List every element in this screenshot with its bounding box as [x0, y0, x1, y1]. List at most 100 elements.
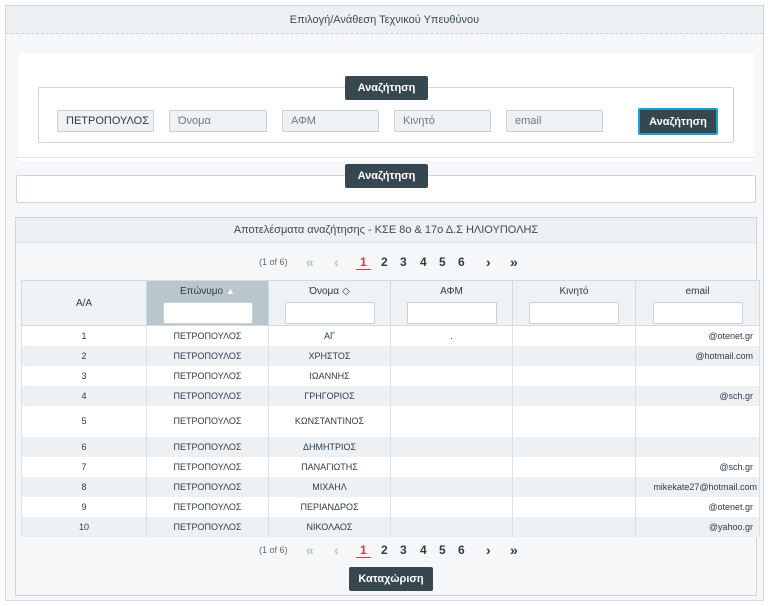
cell-afm [390, 516, 513, 537]
cell-afm: . [390, 325, 513, 346]
table-row[interactable]: 5 ΠΕΤΡΟΠΟΥΛΟΣ ΚΩΝΣΤΑΝΤΙΝΟΣ [21, 405, 760, 437]
table-row[interactable]: 6 ΠΕΤΡΟΠΟΥΛΟΣ ΔΗΜΗΤΡΙΟΣ [21, 436, 760, 457]
col-header-name[interactable]: Όνομα ◇ [268, 280, 391, 326]
search-area: Αναζήτηση Αναζήτηση [18, 53, 754, 161]
first-page-icon[interactable]: « [306, 542, 314, 558]
last-page-icon[interactable]: » [510, 254, 518, 270]
table-row[interactable]: 1 ΠΕΤΡΟΠΟΥΛΟΣ ΑΓ . @otenet.gr [21, 325, 760, 346]
first-page-icon[interactable]: « [306, 254, 314, 270]
afm-filter-input[interactable] [406, 302, 497, 324]
cell-name: ΝΙΚΟΛΑΟΣ [268, 516, 391, 537]
table-row[interactable]: 2 ΠΕΤΡΟΠΟΥΛΟΣ ΧΡΗΣΤΟΣ @hotmail.com [21, 345, 760, 366]
cell-name: ΙΩΑΝΝΗΣ [268, 365, 391, 386]
name-input[interactable] [169, 110, 267, 132]
cell-email: @sch.gr [635, 456, 760, 477]
cell-surname: ΠΕΤΡΟΠΟΥΛΟΣ [146, 496, 269, 517]
page-link-4[interactable]: 4 [420, 255, 427, 269]
cell-afm [390, 365, 513, 386]
cell-mobile [512, 325, 636, 346]
surname-input[interactable] [57, 110, 154, 132]
cell-aa: 5 [21, 405, 147, 437]
cell-surname: ΠΕΤΡΟΠΟΥΛΟΣ [146, 516, 269, 537]
cell-name: ΧΡΗΣΤΟΣ [268, 345, 391, 366]
search-button[interactable]: Αναζήτηση [638, 108, 718, 135]
mobile-filter-input[interactable] [529, 302, 619, 324]
table-row[interactable]: 7 ΠΕΤΡΟΠΟΥΛΟΣ ΠΑΝΑΓΙΩΤΗΣ @sch.gr [21, 456, 760, 477]
col-header-surname-label: Επώνυμο [180, 286, 224, 297]
cell-name: ΚΩΝΣΤΑΝΤΙΝΟΣ [268, 405, 391, 437]
cell-surname: ΠΕΤΡΟΠΟΥΛΟΣ [146, 436, 269, 457]
page-link-2[interactable]: 2 [381, 255, 388, 269]
next-page-icon[interactable]: › [486, 254, 491, 270]
cell-surname: ΠΕΤΡΟΠΟΥΛΟΣ [146, 345, 269, 366]
cell-name: ΓΡΗΓΟΡΙΟΣ [268, 385, 391, 406]
cell-afm [390, 405, 513, 437]
cell-mobile [512, 385, 636, 406]
sort-both-icon: ◇ [342, 286, 350, 297]
next-page-icon[interactable]: › [486, 542, 491, 558]
cell-surname: ΠΕΤΡΟΠΟΥΛΟΣ [146, 476, 269, 497]
results-table: Α/Α Επώνυμο ▲ Όνομα ◇ ΑΦΜ Κινητό email 1… [21, 280, 760, 537]
cell-afm [390, 476, 513, 497]
page-link-3[interactable]: 3 [400, 255, 407, 269]
page-link-6[interactable]: 6 [458, 543, 465, 557]
cell-email [635, 436, 760, 457]
cell-aa: 1 [21, 325, 147, 346]
cell-email: mikekate27@hotmail.com [635, 476, 760, 497]
page-link-2[interactable]: 2 [381, 543, 388, 557]
cell-mobile [512, 516, 636, 537]
page-link-5[interactable]: 5 [439, 543, 446, 557]
cell-aa: 3 [21, 365, 147, 386]
cell-email: @hotmail.com [635, 345, 760, 366]
table-row[interactable]: 8 ΠΕΤΡΟΠΟΥΛΟΣ ΜΙΧΑΗΛ mikekate27@hotmail.… [21, 476, 760, 497]
page-link-6[interactable]: 6 [458, 255, 465, 269]
col-header-afm-label: ΑΦΜ [440, 286, 463, 297]
cell-mobile [512, 496, 636, 517]
page-link-5[interactable]: 5 [439, 255, 446, 269]
cell-afm [390, 385, 513, 406]
results-title: Αποτελέσματα αναζήτησης - ΚΣΕ 8ο & 17ο Δ… [16, 218, 756, 243]
afm-input[interactable] [282, 110, 379, 132]
email-input[interactable] [506, 110, 603, 132]
cell-aa: 2 [21, 345, 147, 366]
page-link-1[interactable]: 1 [356, 255, 371, 270]
table-row[interactable]: 3 ΠΕΤΡΟΠΟΥΛΟΣ ΙΩΑΝΝΗΣ [21, 365, 760, 386]
last-page-icon[interactable]: » [510, 542, 518, 558]
page-link-4[interactable]: 4 [420, 543, 427, 557]
table-row[interactable]: 9 ΠΕΤΡΟΠΟΥΛΟΣ ΠΕΡΙΑΝΔΡΟΣ @otenet.gr [21, 496, 760, 517]
cell-afm [390, 496, 513, 517]
pager-count: (1 of 6) [259, 545, 288, 555]
cell-name: ΠΕΡΙΑΝΔΡΟΣ [268, 496, 391, 517]
search-legend-button[interactable]: Αναζήτηση [345, 76, 428, 100]
cell-mobile [512, 405, 636, 437]
cell-email [635, 405, 760, 437]
pager-top: (1 of 6) « ‹ 1 2 3 4 5 6 › » [16, 254, 756, 272]
col-header-mobile-label: Κινητό [559, 286, 589, 297]
secondary-search-button[interactable]: Αναζήτηση [345, 164, 428, 188]
mobile-input[interactable] [394, 110, 491, 132]
cell-email: @otenet.gr [635, 496, 760, 517]
cell-surname: ΠΕΤΡΟΠΟΥΛΟΣ [146, 456, 269, 477]
table-row[interactable]: 4 ΠΕΤΡΟΠΟΥΛΟΣ ΓΡΗΓΟΡΙΟΣ @sch.gr [21, 385, 760, 406]
cell-aa: 4 [21, 385, 147, 406]
name-filter-input[interactable] [284, 302, 375, 324]
panel-title: Επιλογή/Ανάθεση Τεχνικού Υπευθύνου [6, 6, 763, 34]
email-filter-input[interactable] [652, 302, 743, 324]
surname-filter-input[interactable] [162, 302, 253, 324]
table-row[interactable]: 10 ΠΕΤΡΟΠΟΥΛΟΣ ΝΙΚΟΛΑΟΣ @yahoo.gr [21, 516, 760, 537]
cell-email: @otenet.gr [635, 325, 760, 346]
pager-bottom: (1 of 6) « ‹ 1 2 3 4 5 6 › » [16, 542, 756, 560]
submit-button[interactable]: Καταχώριση [349, 567, 433, 591]
col-header-aa: Α/Α [21, 280, 147, 326]
prev-page-icon[interactable]: ‹ [334, 254, 339, 270]
cell-aa: 10 [21, 516, 147, 537]
col-header-mobile: Κινητό [512, 280, 636, 326]
cell-aa: 7 [21, 456, 147, 477]
col-header-name-label: Όνομα [309, 286, 340, 297]
prev-page-icon[interactable]: ‹ [334, 542, 339, 558]
divider [16, 157, 754, 158]
page-link-3[interactable]: 3 [400, 543, 407, 557]
col-header-surname[interactable]: Επώνυμο ▲ [146, 280, 269, 326]
cell-email [635, 365, 760, 386]
page-link-1[interactable]: 1 [356, 543, 371, 558]
